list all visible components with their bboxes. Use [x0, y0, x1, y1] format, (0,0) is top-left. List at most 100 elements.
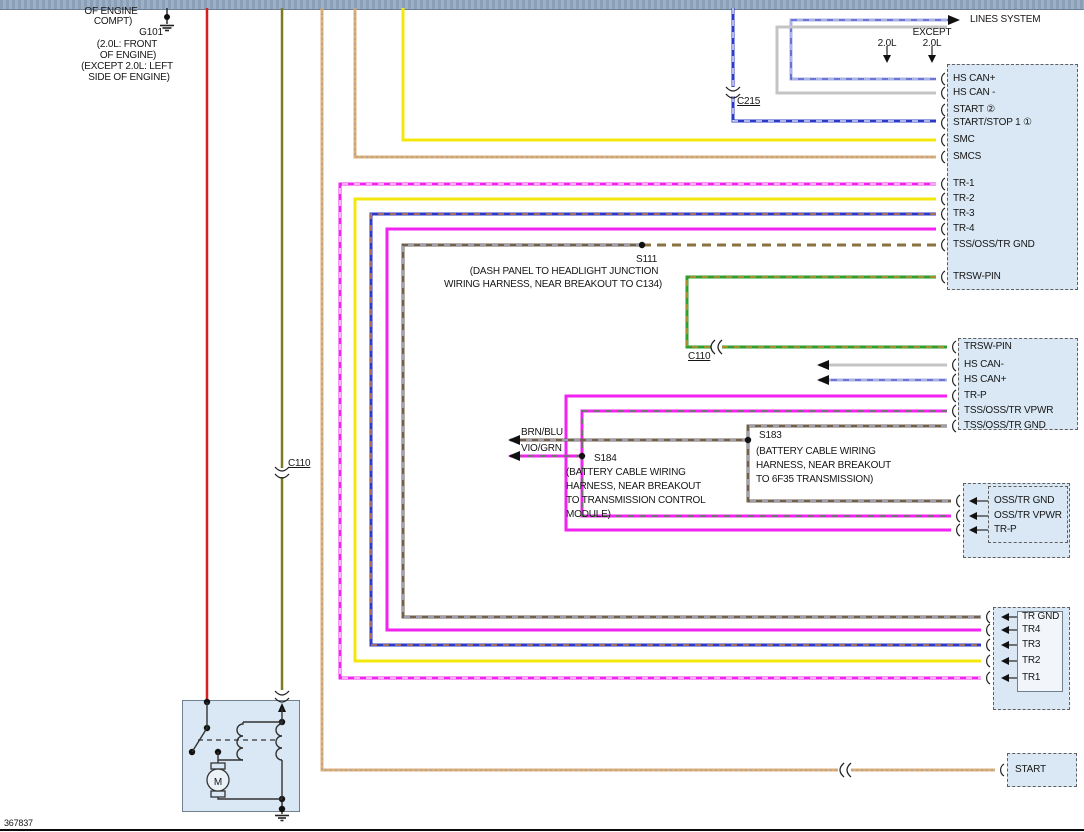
wire-yel — [355, 199, 981, 661]
connector-pin — [942, 134, 945, 146]
module-box-starter-motor — [182, 700, 300, 812]
direction-arrow — [508, 435, 520, 445]
f35-label: TR-P — [994, 525, 1017, 535]
trans_sys-label: (BATTERY CABLE WIRING — [756, 447, 876, 457]
pcm_pins-label: TR-2 — [953, 194, 974, 204]
connector-symbol — [840, 763, 844, 777]
direction-arrow — [508, 451, 520, 461]
connector-pin — [953, 405, 956, 417]
connector-pin — [1001, 764, 1004, 776]
connector-link[interactable]: C110 — [288, 459, 310, 469]
wire-stripe-gry_org — [355, 8, 936, 157]
splice-dot — [745, 437, 751, 443]
connector-pin — [953, 374, 956, 386]
acm-label: START — [1015, 765, 1046, 775]
pcm_pins-label: SMC — [953, 135, 975, 145]
wire-stripe-gry_org — [322, 8, 838, 770]
g101-label: SIDE OF ENGINE) — [88, 73, 169, 83]
connector-symbol — [718, 340, 722, 354]
pcm_pins-label: SMCS — [953, 152, 981, 162]
ground-dot — [164, 14, 170, 20]
trans_sys-label: TO 6F35 TRANSMISSION) — [756, 475, 873, 485]
f50-label: TR GND — [1022, 612, 1059, 622]
tcm_pins-label: TR-P — [964, 391, 987, 401]
connector-symbol — [275, 474, 289, 478]
pcm_pins-label: START ② — [953, 105, 995, 115]
connector-pin — [942, 178, 945, 190]
connector-pin — [942, 117, 945, 129]
tcm_pins-label: TSS/OSS/TR GND — [964, 421, 1046, 431]
direction-arrow — [883, 55, 891, 63]
toolbar-bottom-strip — [0, 0, 1084, 10]
direction-arrow — [817, 375, 829, 385]
connector-pin — [942, 208, 945, 220]
pcm_pins-label: HS CAN - — [953, 88, 995, 98]
connector-pin — [942, 271, 945, 283]
f35-label: OSS/TR VPWR — [994, 511, 1062, 521]
starter-label: M — [214, 778, 222, 788]
trans_sys-label: S183 — [759, 431, 782, 441]
connector-pin — [987, 639, 990, 651]
connector-pin — [942, 87, 945, 99]
wires-and-symbols-layer — [0, 0, 1084, 832]
tcm_pins-label: TSS/OSS/TR VPWR — [964, 406, 1053, 416]
wire-stripe-grn_org — [687, 277, 936, 347]
g101-label: (EXCEPT 2.0L: LEFT — [81, 62, 173, 72]
wire-grn_org — [687, 277, 936, 347]
wire-stripe-brn_blu — [403, 245, 981, 617]
connector-pin — [953, 420, 956, 432]
wire-stripe-vio_wht — [340, 184, 981, 678]
wire-brn_blu — [403, 245, 981, 617]
trans_sys-label: BRN/BLU — [521, 428, 563, 438]
connector-pin — [942, 193, 945, 205]
connector-pin — [953, 341, 956, 353]
wire-vio_wht — [340, 184, 981, 678]
top_can-label: 2.0L — [878, 39, 897, 49]
pcm_pins-label: HS CAN+ — [953, 74, 995, 84]
connector-link[interactable]: C215 — [737, 97, 760, 107]
top_can-label: EXCEPT — [913, 28, 952, 38]
trans_sys-label: S184 — [594, 454, 617, 464]
connector-pin — [987, 655, 990, 667]
splice-dot — [639, 242, 645, 248]
connector-pin — [957, 524, 960, 536]
f50-label: TR1 — [1022, 673, 1040, 683]
connector-symbol — [847, 763, 851, 777]
connector-pin — [987, 672, 990, 684]
trans_sys-label: TO TRANSMISSION CONTROL — [566, 496, 706, 506]
page-bottom-rule — [0, 829, 1084, 831]
connector-symbol — [711, 340, 715, 354]
s111-label: WIRING HARNESS, NEAR BREAKOUT TO C134) — [444, 280, 662, 290]
connector-symbol — [275, 467, 289, 471]
f35-label: OSS/TR GND — [994, 496, 1054, 506]
direction-arrow — [928, 55, 936, 63]
connector-pin — [987, 611, 990, 623]
f50-label: TR3 — [1022, 640, 1040, 650]
pcm_pins-label: START/STOP 1 ① — [953, 118, 1032, 128]
f50-label: TR2 — [1022, 656, 1040, 666]
connector-pin — [942, 223, 945, 235]
top_can-label: 2.0L — [923, 39, 942, 49]
wire-gry_org — [355, 8, 936, 157]
trans_sys-label: MODULE) — [566, 510, 611, 520]
wire-gry_org — [322, 8, 838, 770]
s111-label: (DASH PANEL TO HEADLIGHT JUNCTION — [470, 267, 658, 277]
connector-pin — [957, 510, 960, 522]
tcm_pins-label: HS CAN- — [964, 360, 1004, 370]
trans_sys-label: (BATTERY CABLE WIRING — [566, 468, 686, 478]
connector-pin — [942, 239, 945, 251]
splice-dot — [579, 453, 585, 459]
g101-label: G101 — [139, 28, 163, 38]
connector-link[interactable]: C110 — [688, 352, 710, 362]
g101-label: OF ENGINE) — [100, 51, 156, 61]
direction-arrow — [817, 360, 829, 370]
wire-yel — [403, 8, 936, 140]
f50-label: TR4 — [1022, 625, 1040, 635]
connector-pin — [942, 104, 945, 116]
s111-label: S111 — [636, 255, 657, 265]
footer-label: 367837 — [4, 818, 33, 828]
g101-label: (2.0L: FRONT — [97, 40, 157, 50]
connector-pin — [953, 390, 956, 402]
connector-pin — [957, 495, 960, 507]
trans_sys-label: HARNESS, NEAR BREAKOUT — [566, 482, 701, 492]
